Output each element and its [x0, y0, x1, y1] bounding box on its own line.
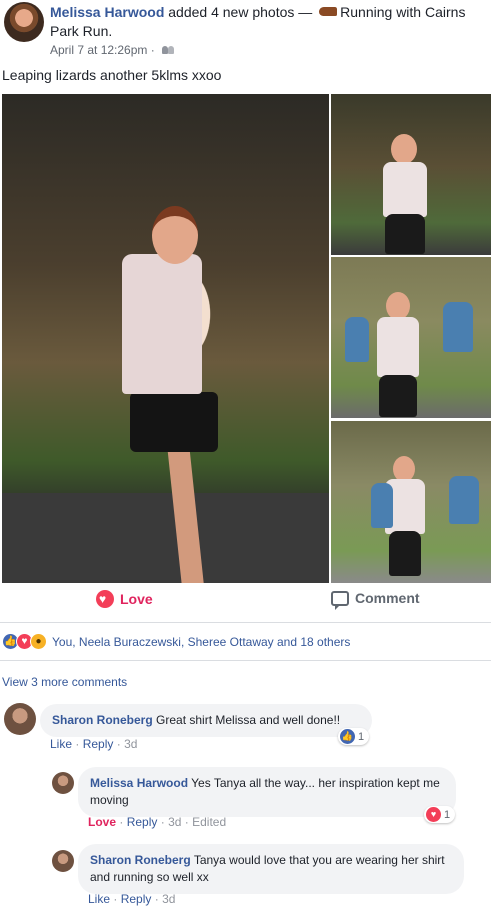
photo-figure-shorts — [130, 392, 218, 452]
comment-text: Great shirt Melissa and well done!! — [156, 713, 341, 727]
reply-love-link[interactable]: Love — [88, 815, 116, 829]
friends-icon[interactable] — [162, 46, 175, 55]
reaction-count-value: 1 — [358, 730, 365, 743]
post-header: Melissa Harwood added 4 new photos — Run… — [50, 3, 480, 41]
actions-divider — [0, 622, 491, 623]
comment-author[interactable]: Sharon Roneberg — [52, 713, 153, 727]
comment-avatar[interactable] — [4, 703, 36, 735]
love-icon — [96, 590, 114, 608]
author-avatar[interactable] — [4, 2, 44, 42]
comment-actions: Like · Reply · 3d — [50, 737, 138, 751]
post-text: Leaping lizards another 5klms xxoo — [2, 67, 222, 83]
reply-time[interactable]: 3d — [162, 892, 175, 906]
reactions-text[interactable]: You, Neela Buraczewski, Sheree Ottaway a… — [52, 635, 350, 649]
like-icon: 👍 — [340, 729, 355, 744]
love-icon: ♥ — [426, 807, 441, 822]
reply-avatar[interactable] — [52, 772, 74, 794]
photo-figure-head — [152, 206, 198, 264]
photo-road — [2, 493, 329, 583]
running-shoe-icon — [319, 7, 338, 16]
reply-reply-link[interactable]: Reply — [121, 892, 152, 906]
reply-bubble: Melissa Harwood Yes Tanya all the way...… — [78, 767, 456, 817]
comment-reply-link[interactable]: Reply — [83, 737, 114, 751]
photo-3[interactable] — [331, 257, 491, 418]
comment-button[interactable]: Comment — [331, 590, 420, 610]
reply-actions: Love · Reply · 3d · Edited — [88, 815, 227, 829]
reply-author[interactable]: Melissa Harwood — [90, 776, 188, 790]
reply-bubble: Sharon Roneberg Tanya would love that yo… — [78, 844, 464, 894]
photo-2[interactable] — [331, 94, 491, 255]
reply-actions: Like · Reply · 3d — [88, 892, 176, 906]
reply-reaction-count[interactable]: ♥ 1 — [424, 806, 456, 823]
comment-bubble: Sharon Roneberg Great shirt Melissa and … — [40, 704, 372, 737]
reply-edited[interactable]: Edited — [192, 815, 226, 829]
comment-like-link[interactable]: Like — [50, 737, 72, 751]
photo-4[interactable] — [331, 421, 491, 583]
view-more-comments-link[interactable]: View 3 more comments — [2, 675, 127, 689]
post-meta: April 7 at 12:26pm · — [50, 43, 175, 57]
reactions-divider — [0, 660, 491, 661]
post-action-text: added 4 new photos — — [168, 4, 313, 20]
comment-time[interactable]: 3d — [124, 737, 137, 751]
love-button[interactable]: Love — [96, 590, 153, 608]
photo-main[interactable] — [2, 94, 329, 583]
reply-author[interactable]: Sharon Roneberg — [90, 853, 191, 867]
author-name[interactable]: Melissa Harwood — [50, 4, 164, 20]
comment-label: Comment — [355, 590, 420, 606]
meta-separator: · — [150, 43, 155, 57]
wow-icon: ● — [30, 633, 47, 650]
reply-like-link[interactable]: Like — [88, 892, 110, 906]
reply-avatar[interactable] — [52, 850, 74, 872]
photo-figure-shirt — [122, 254, 202, 394]
reactions-summary[interactable]: 👍 ♥ ● You, Neela Buraczewski, Sheree Ott… — [2, 633, 350, 650]
comment-reaction-count[interactable]: 👍 1 — [338, 728, 370, 745]
comment-icon — [331, 590, 349, 610]
reaction-count-value: 1 — [444, 808, 451, 821]
post-timestamp[interactable]: April 7 at 12:26pm — [50, 43, 147, 57]
reply-reply-link[interactable]: Reply — [127, 815, 158, 829]
reply-time[interactable]: 3d — [168, 815, 181, 829]
love-label: Love — [120, 591, 153, 607]
